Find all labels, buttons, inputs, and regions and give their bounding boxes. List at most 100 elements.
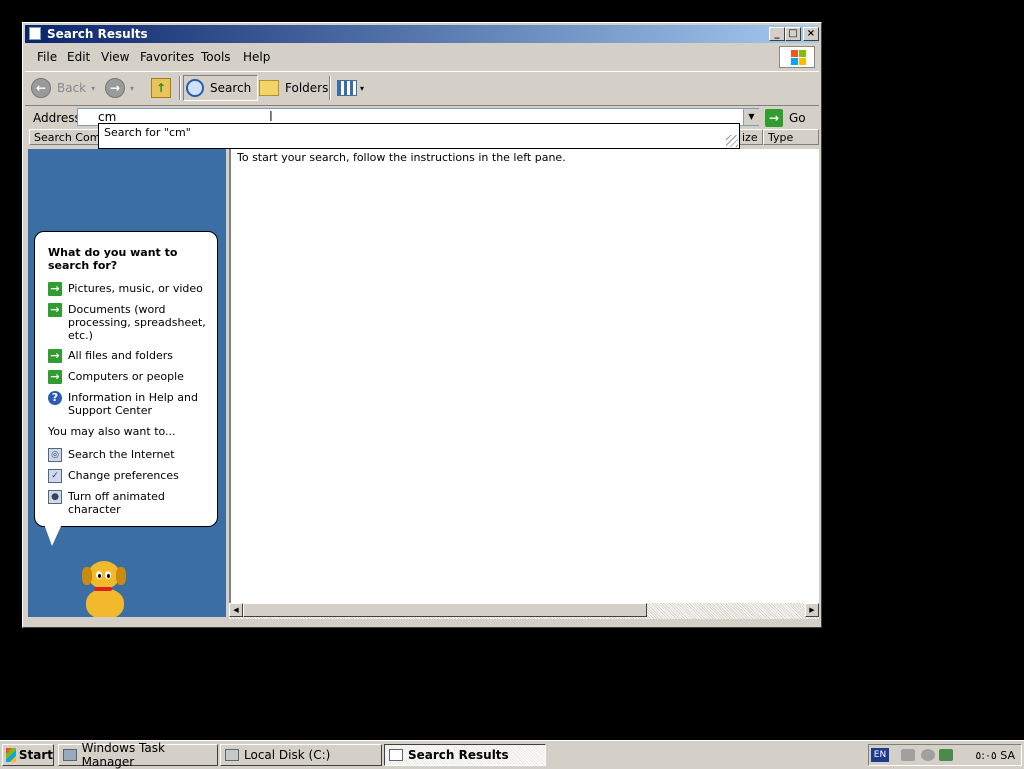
results-message: To start your search, follow the instruc… [237, 151, 566, 164]
autocomplete-item[interactable]: Search for "cm" [104, 126, 191, 139]
back-label: Back [57, 81, 87, 95]
taskbar: Start Windows Task Manager Local Disk (C… [0, 740, 1024, 769]
forward-arrow-icon: → [105, 78, 125, 98]
toolbar-separator [329, 76, 331, 100]
start-label: Start [18, 748, 53, 762]
internet-search-icon: ◎ [48, 448, 62, 462]
menu-view[interactable]: View [101, 50, 129, 64]
option-pictures[interactable]: → Pictures, music, or video [48, 282, 208, 296]
option-documents[interactable]: → Documents (word processing, spreadshee… [48, 303, 208, 342]
option-label: Computers or people [68, 370, 184, 383]
option-label: Pictures, music, or video [68, 282, 203, 295]
go-button[interactable]: → Go [765, 108, 806, 128]
character-icon: ● [48, 490, 62, 504]
task-search-results[interactable]: Search Results [384, 744, 546, 766]
back-dropdown-icon[interactable]: ▾ [91, 84, 95, 93]
search-button[interactable]: Search [183, 75, 259, 101]
close-button[interactable]: × [803, 27, 819, 41]
task-local-disk[interactable]: Local Disk (C:) [220, 744, 382, 766]
scroll-right-icon[interactable]: ▶ [805, 603, 819, 617]
windows-logo-icon [779, 46, 815, 68]
address-label: Address [33, 111, 81, 125]
maximize-button[interactable]: □ [785, 27, 801, 41]
standard-toolbar: ← Back ▾ → ▾ ↑ Search Folders ▾ [25, 71, 819, 104]
up-folder-button[interactable]: ↑ [151, 75, 171, 101]
search-results-window: Search Results _ □ × File Edit View Favo… [22, 22, 822, 628]
horizontal-scrollbar[interactable]: ◀ ▶ [229, 603, 819, 619]
dog-ear [116, 567, 126, 585]
drive-icon [225, 749, 239, 761]
option-label: Search the Internet [68, 448, 175, 461]
menu-favorites[interactable]: Favorites [140, 50, 194, 64]
task-windows-task-manager[interactable]: Windows Task Manager [58, 741, 218, 769]
option-computers[interactable]: → Computers or people [48, 370, 208, 384]
preferences-icon: ✓ [48, 469, 62, 483]
green-arrow-icon: → [48, 370, 62, 384]
option-search-internet[interactable]: ◎ Search the Internet [48, 448, 208, 462]
back-button[interactable]: ← Back ▾ [31, 75, 95, 101]
option-change-preferences[interactable]: ✓ Change preferences [48, 469, 208, 483]
folders-label: Folders [285, 81, 329, 95]
start-button[interactable]: Start [2, 744, 54, 766]
green-arrow-icon: → [48, 282, 62, 296]
menu-tools[interactable]: Tools [201, 50, 231, 64]
dog-body [86, 589, 124, 617]
search-companion-pane: What do you want to search for? → Pictur… [28, 149, 226, 617]
scrollbar-thumb[interactable] [243, 603, 647, 617]
clock[interactable]: ٥:٠٥ SA [975, 749, 1015, 762]
help-icon: ? [48, 391, 62, 405]
resize-grip-icon[interactable] [726, 135, 738, 147]
task-manager-icon [63, 749, 77, 761]
forward-dropdown-icon[interactable]: ▾ [130, 84, 134, 93]
forward-button[interactable]: → ▾ [105, 75, 134, 101]
search-window-icon [389, 749, 403, 761]
column-size-header[interactable]: ize [737, 129, 763, 145]
windows-flag-icon [6, 748, 16, 762]
address-dropdown-icon[interactable]: ▼ [743, 109, 759, 125]
views-dropdown-icon: ▾ [360, 83, 365, 93]
option-label: Turn off animated character [68, 490, 165, 516]
views-icon [337, 80, 357, 96]
option-all-files[interactable]: → All files and folders [48, 349, 208, 363]
option-label: All files and folders [68, 349, 173, 362]
menu-help[interactable]: Help [243, 50, 270, 64]
speaker-icon[interactable] [939, 749, 953, 761]
bubble-tail [44, 524, 62, 546]
task-label: Local Disk (C:) [244, 748, 331, 762]
option-help[interactable]: ? Information in Help and Support Center [48, 391, 208, 417]
task-label: Windows Task Manager [81, 741, 165, 769]
option-turn-off-character[interactable]: ● Turn off animated character [48, 490, 208, 516]
keyboard-icon[interactable] [901, 749, 915, 761]
dog-eye [96, 571, 102, 579]
folders-button[interactable]: Folders [259, 75, 328, 101]
dog-collar [94, 587, 112, 591]
dog-ear [82, 567, 92, 585]
window-title: Search Results [47, 27, 148, 41]
rover-dog-icon[interactable] [78, 561, 138, 617]
search-window-icon [29, 27, 41, 40]
scroll-left-icon[interactable]: ◀ [229, 603, 243, 617]
option-label: Change preferences [68, 469, 179, 482]
option-label: Documents (word processing, spreadsheet,… [68, 303, 206, 342]
also-label: You may also want to... [48, 425, 176, 438]
minimize-button[interactable]: _ [769, 27, 785, 41]
language-indicator[interactable]: EN [871, 748, 889, 762]
option-label: Information in Help and Support Center [68, 391, 198, 417]
back-arrow-icon: ← [31, 78, 51, 98]
dog-eye [105, 571, 111, 579]
search-question: What do you want to search for? [48, 246, 178, 272]
go-arrow-icon: → [765, 109, 783, 127]
column-type-header[interactable]: Type [763, 129, 819, 145]
title-bar[interactable]: Search Results _ □ × [25, 25, 819, 43]
address-autocomplete[interactable]: Search for "cm" [98, 123, 740, 149]
views-button[interactable]: ▾ [337, 75, 364, 101]
toolbar-separator [179, 76, 181, 100]
menu-edit[interactable]: Edit [67, 50, 90, 64]
search-label: Search [210, 81, 252, 95]
green-arrow-icon: → [48, 349, 62, 363]
menu-file[interactable]: File [37, 50, 57, 64]
green-arrow-icon: → [48, 303, 62, 317]
results-pane: To start your search, follow the instruc… [229, 149, 819, 605]
up-folder-icon: ↑ [151, 78, 171, 98]
network-icon[interactable] [921, 749, 935, 761]
